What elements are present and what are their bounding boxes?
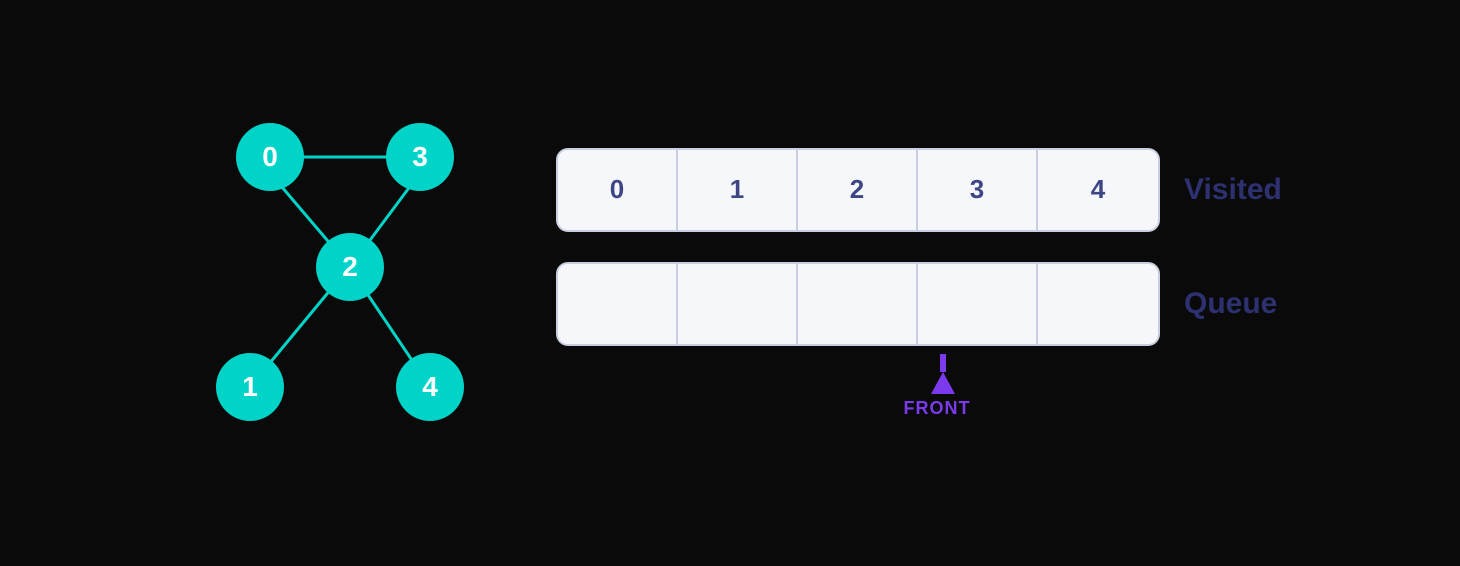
visited-row: 0 1 2 3 4 Visited	[556, 148, 1284, 232]
visited-label: Visited	[1184, 173, 1284, 207]
queue-cell-0	[558, 264, 678, 344]
visited-array: 0 1 2 3 4	[556, 148, 1160, 232]
node-4: 4	[396, 353, 464, 421]
queue-cell-1	[678, 264, 798, 344]
arrow-up-icon	[931, 372, 955, 394]
graph-area: 0 3 2 1 4	[176, 103, 496, 463]
node-0: 0	[236, 123, 304, 191]
queue-cell-3	[918, 264, 1038, 344]
queue-cell-4	[1038, 264, 1158, 344]
visited-cell-1: 1	[678, 150, 798, 230]
node-2: 2	[316, 233, 384, 301]
front-indicator: FRONT	[602, 354, 1284, 419]
main-container: 0 3 2 1 4 0 1 2 3 4 Visited	[176, 103, 1284, 463]
queue-section: Queue FRONT	[556, 262, 1284, 419]
node-3: 3	[386, 123, 454, 191]
node-1: 1	[216, 353, 284, 421]
arrow-stem	[940, 354, 946, 372]
visited-cell-2: 2	[798, 150, 918, 230]
visited-cell-3: 3	[918, 150, 1038, 230]
front-label: FRONT	[904, 398, 971, 419]
visited-cell-4: 4	[1038, 150, 1158, 230]
queue-row: Queue	[556, 262, 1284, 346]
queue-label: Queue	[1184, 287, 1284, 321]
queue-array	[556, 262, 1160, 346]
right-panel: 0 1 2 3 4 Visited Queue	[556, 148, 1284, 419]
visited-cell-0: 0	[558, 150, 678, 230]
queue-cell-2	[798, 264, 918, 344]
